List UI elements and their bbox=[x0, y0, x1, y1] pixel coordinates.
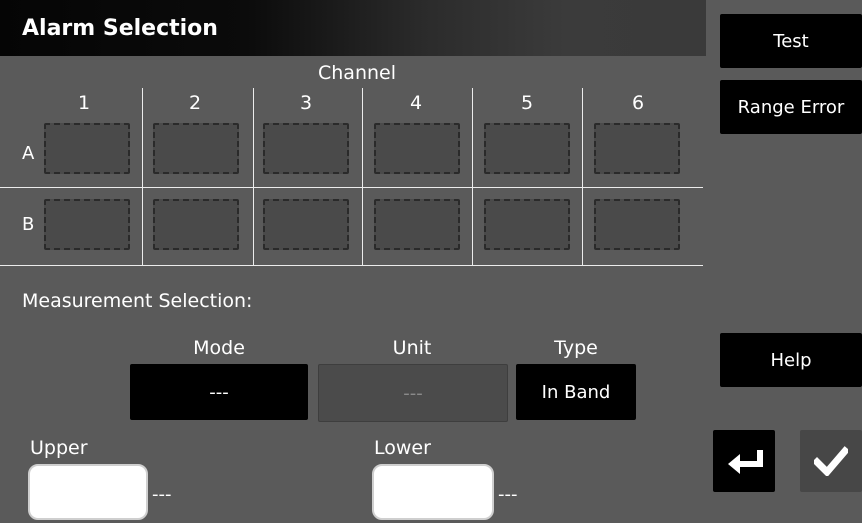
alarm-cell-b3[interactable] bbox=[263, 199, 349, 250]
mode-value: --- bbox=[209, 381, 229, 403]
test-button-label: Test bbox=[773, 30, 809, 52]
confirm-button[interactable] bbox=[800, 430, 862, 492]
mode-label: Mode bbox=[193, 337, 245, 359]
upper-label: Upper bbox=[30, 437, 88, 459]
column-header-4: 4 bbox=[409, 92, 423, 114]
grid-divider bbox=[362, 88, 363, 266]
alarm-cell-a2[interactable] bbox=[153, 123, 239, 174]
grid-divider bbox=[0, 265, 703, 266]
range-error-button-label: Range Error bbox=[737, 96, 845, 118]
lower-label: Lower bbox=[374, 437, 431, 459]
grid-divider bbox=[0, 187, 703, 188]
column-header-2: 2 bbox=[188, 92, 202, 114]
upper-limit-input[interactable] bbox=[28, 464, 148, 520]
type-label: Type bbox=[554, 337, 598, 359]
checkmark-icon bbox=[814, 446, 848, 476]
alarm-cell-a1[interactable] bbox=[44, 123, 130, 174]
column-header-5: 5 bbox=[520, 92, 534, 114]
mode-select[interactable]: --- bbox=[130, 364, 308, 420]
alarm-cell-a4[interactable] bbox=[374, 123, 460, 174]
grid-divider bbox=[472, 88, 473, 266]
column-header-6: 6 bbox=[631, 92, 645, 114]
alarm-cell-b6[interactable] bbox=[594, 199, 680, 250]
row-label-b: B bbox=[22, 214, 35, 235]
unit-value: --- bbox=[403, 382, 423, 404]
alarm-cell-a5[interactable] bbox=[484, 123, 570, 174]
help-button[interactable]: Help bbox=[720, 333, 862, 387]
grid-divider bbox=[582, 88, 583, 266]
range-error-button[interactable]: Range Error bbox=[720, 80, 862, 134]
test-button[interactable]: Test bbox=[720, 14, 862, 68]
alarm-cell-a3[interactable] bbox=[263, 123, 349, 174]
measurement-selection-label: Measurement Selection: bbox=[22, 290, 253, 312]
alarm-cell-b4[interactable] bbox=[374, 199, 460, 250]
grid-divider bbox=[253, 88, 254, 266]
back-button[interactable] bbox=[713, 430, 775, 492]
lower-unit-text: --- bbox=[498, 484, 518, 505]
alarm-cell-b1[interactable] bbox=[44, 199, 130, 250]
page-title: Alarm Selection bbox=[22, 16, 218, 41]
type-select[interactable]: In Band bbox=[516, 364, 636, 420]
unit-label: Unit bbox=[392, 337, 432, 359]
enter-return-icon bbox=[728, 450, 763, 474]
upper-unit-text: --- bbox=[152, 484, 172, 505]
grid-divider bbox=[142, 88, 143, 266]
title-bar: Alarm Selection bbox=[0, 0, 706, 56]
alarm-cell-b5[interactable] bbox=[484, 199, 570, 250]
row-label-a: A bbox=[22, 143, 35, 164]
unit-select[interactable]: --- bbox=[318, 364, 508, 422]
help-button-label: Help bbox=[770, 349, 812, 371]
lower-limit-input[interactable] bbox=[372, 464, 494, 520]
column-header-3: 3 bbox=[299, 92, 313, 114]
type-value: In Band bbox=[541, 381, 611, 403]
alarm-cell-b2[interactable] bbox=[153, 199, 239, 250]
channel-header: Channel bbox=[318, 62, 397, 84]
alarm-cell-a6[interactable] bbox=[594, 123, 680, 174]
column-header-1: 1 bbox=[77, 92, 91, 114]
